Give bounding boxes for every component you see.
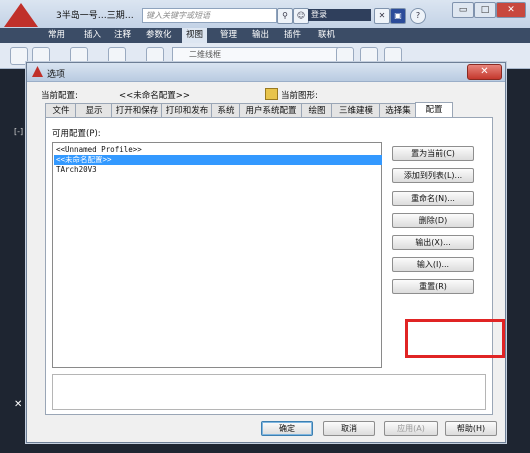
title-bar: 3半岛一号…三期… 键入关键字或短语 ⚲ ☺ 登录 ✕ ▣ ? ▭ □ ✕ [0, 0, 530, 29]
options-tab[interactable]: 绘图 [301, 103, 333, 118]
available-profiles-label: 可用配置(P): [52, 129, 101, 139]
drawing-file-icon [265, 88, 278, 100]
dialog-close-button[interactable]: ✕ [467, 64, 502, 80]
set-current-button[interactable]: 置为当前(C) [392, 146, 474, 161]
dialog-title-bar: 选项 ✕ [27, 63, 505, 82]
help-button[interactable]: 帮助(H) [445, 421, 497, 436]
login-button[interactable]: 登录 [308, 9, 371, 21]
window-close-button[interactable]: ✕ [496, 2, 526, 18]
ribbon-tab[interactable]: 联机 [314, 28, 339, 43]
maximize-button[interactable]: □ [474, 2, 496, 18]
ribbon-tabs: 常用 插入 注释 参数化 视图 管理 输出 插件 联机 [0, 28, 530, 43]
options-tab[interactable]: 配置 [415, 102, 453, 118]
ribbon-tab[interactable]: 视图 [182, 28, 208, 43]
ribbon-tab[interactable]: 常用 [44, 28, 69, 43]
options-tabs: 文件 显示 打开和保存 打印和发布 系统 用户系统配置 绘图 三维建模 选择集 配置 [45, 102, 485, 118]
current-profile-label: 当前配置: [41, 91, 78, 101]
ribbon-tab[interactable]: 注释 [110, 28, 135, 43]
import-button[interactable]: 输入(I)... [392, 257, 474, 272]
exchange-icon[interactable]: ✕ [374, 8, 390, 24]
profile-list-item[interactable]: <<Unnamed Profile>> [54, 145, 382, 155]
binoculars-icon[interactable]: ⚲ [277, 8, 293, 24]
ribbon-tab[interactable]: 管理 [216, 28, 241, 43]
viewport-label[interactable]: [-] [14, 127, 23, 136]
profile-description-box [52, 374, 486, 410]
window-title: 3半岛一号…三期… [56, 11, 134, 21]
options-tab[interactable]: 选择集 [379, 103, 417, 118]
profile-list-item[interactable]: TArch20V3 [54, 165, 382, 175]
apps-icon[interactable]: ▣ [390, 8, 406, 24]
profiles-tab-panel: 可用配置(P): <<Unnamed Profile>> <<未命名配置>> TAr… [45, 117, 505, 415]
reset-button[interactable]: 重置(R) [392, 279, 474, 294]
reset-highlight-box [405, 319, 505, 358]
options-tab[interactable]: 打开和保存 [111, 103, 163, 118]
profiles-list[interactable]: <<Unnamed Profile>> <<未命名配置>> TArch20V3 [52, 142, 382, 368]
options-tab[interactable]: 三维建模 [331, 103, 381, 118]
ribbon-tab[interactable]: 插件 [280, 28, 305, 43]
options-tab[interactable]: 文件 [45, 103, 77, 118]
delete-button[interactable]: 删除(D) [392, 213, 474, 228]
cancel-button[interactable]: 取消 [323, 421, 375, 436]
help-icon[interactable]: ? [410, 8, 426, 24]
ribbon-tab[interactable]: 输出 [248, 28, 273, 43]
visual-style-select[interactable]: 二维线框 [172, 47, 338, 62]
options-tab[interactable]: 打印和发布 [161, 103, 213, 118]
minimize-button[interactable]: ▭ [452, 2, 474, 18]
rename-button[interactable]: 重命名(N)... [392, 191, 474, 206]
options-tab[interactable]: 显示 [75, 103, 113, 118]
command-line-close-icon[interactable]: ✕ [14, 399, 22, 410]
profile-list-item[interactable]: <<未命名配置>> [54, 155, 382, 165]
search-input[interactable]: 键入关键字或短语 [142, 8, 277, 23]
current-profile-value: <<未命名配置>> [119, 91, 190, 101]
ribbon-tab[interactable]: 插入 [80, 28, 105, 43]
export-button[interactable]: 输出(X)... [392, 235, 474, 250]
autocad-logo-icon [32, 66, 43, 77]
current-drawing-label: 当前图形: [281, 91, 318, 101]
user-icon[interactable]: ☺ [293, 8, 309, 24]
options-tab[interactable]: 用户系统配置 [239, 103, 303, 118]
add-to-list-button[interactable]: 添加到列表(L)... [392, 168, 474, 183]
options-dialog: 选项 ✕ 当前配置: <<未命名配置>> 当前图形: 文件 显示 打开和保存 打印和发… [26, 62, 506, 443]
ribbon-tab[interactable]: 参数化 [142, 28, 176, 43]
ok-button[interactable]: 确定 [261, 421, 313, 436]
options-tab[interactable]: 系统 [211, 103, 241, 118]
autocad-logo-icon[interactable] [4, 3, 38, 27]
apply-button[interactable]: 应用(A) [384, 421, 438, 436]
dialog-title: 选项 [47, 70, 66, 80]
